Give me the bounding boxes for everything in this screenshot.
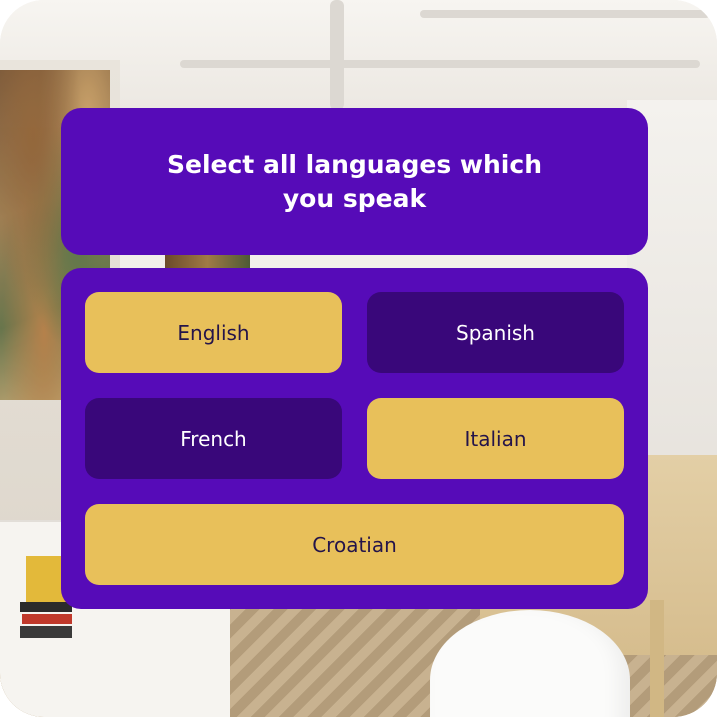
option-croatian[interactable]: Croatian (85, 504, 624, 585)
background-pipe (180, 60, 700, 68)
app-frame: Select all languages which you speak Eng… (0, 0, 717, 717)
background-pipe (330, 0, 344, 110)
question-title: Select all languages which you speak (167, 149, 542, 213)
background-book (20, 626, 72, 638)
question-card: Select all languages which you speak (61, 108, 648, 255)
options-panel: English Spanish French Italian Croatian (61, 268, 648, 609)
option-italian[interactable]: Italian (367, 398, 624, 479)
option-english[interactable]: English (85, 292, 342, 373)
option-french[interactable]: French (85, 398, 342, 479)
background-table-leg (650, 600, 664, 717)
option-spanish[interactable]: Spanish (367, 292, 624, 373)
background-book (20, 602, 72, 612)
background-pipe (420, 10, 710, 18)
background-book (22, 614, 72, 624)
